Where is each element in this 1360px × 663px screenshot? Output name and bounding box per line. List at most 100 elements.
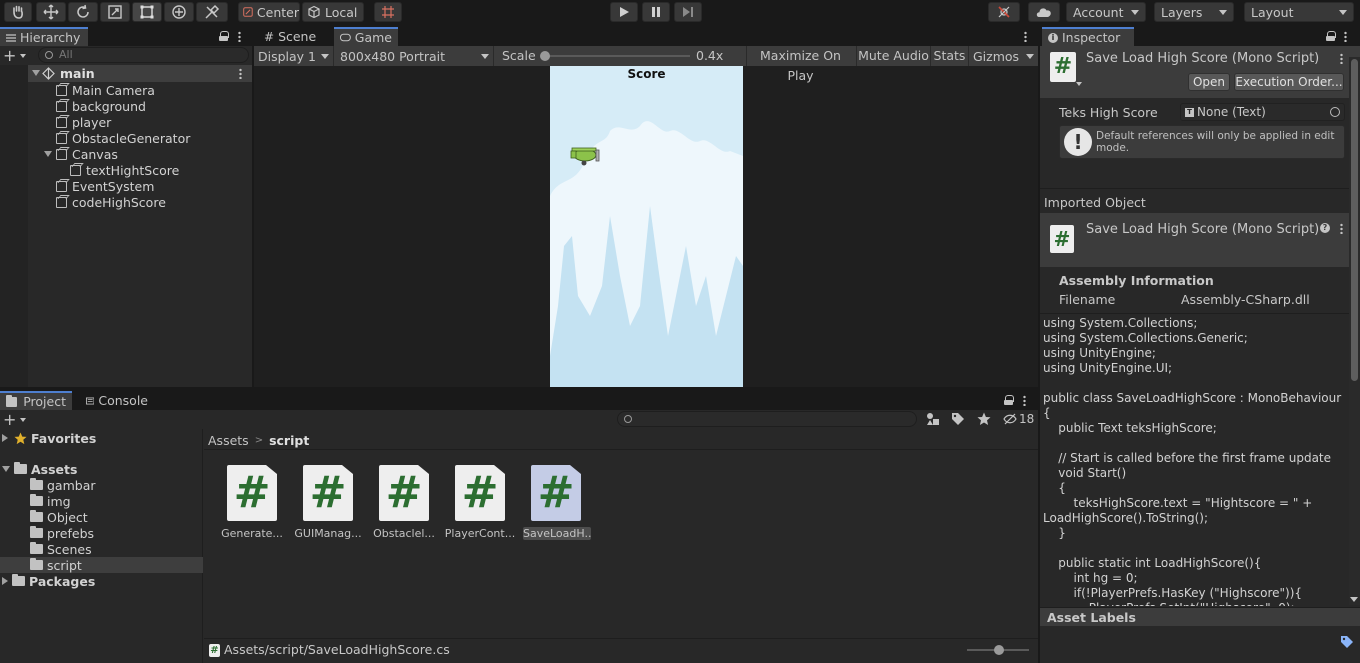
folder-item[interactable]: img [0, 493, 203, 509]
pivot-mode-button[interactable]: Center [238, 2, 300, 22]
hierarchy-item[interactable]: ObstacleGenerator [56, 130, 190, 146]
pivot-space-button[interactable]: Local [302, 2, 364, 22]
script-asset-icon[interactable]: # [227, 465, 277, 521]
hierarchy-item[interactable]: EventSystem [56, 178, 154, 194]
script-asset-icon[interactable]: # [455, 465, 505, 521]
code-line: PlayerPrefs.SetInt("Highscore", 0); [1043, 601, 1348, 606]
filter-by-type-icon[interactable] [926, 412, 940, 426]
lock-icon[interactable] [219, 31, 229, 41]
hierarchy-item[interactable]: player [56, 114, 111, 130]
account-dropdown[interactable]: Account [1066, 2, 1146, 22]
resolution-dropdown[interactable]: 800x480 Portrait [336, 46, 494, 66]
grid-snap-button[interactable] [374, 2, 402, 22]
teks-high-score-field[interactable]: T None (Text) [1180, 103, 1345, 121]
filter-by-label-icon[interactable] [951, 412, 965, 426]
create-asset-dropdown[interactable]: + [3, 412, 29, 428]
more-menu-icon[interactable] [1344, 31, 1347, 42]
inspector-scrollbar[interactable] [1349, 57, 1360, 605]
custom-tool-button[interactable] [196, 2, 228, 22]
asset-file-label[interactable]: SaveLoadH... [523, 527, 591, 540]
scale-tool-button[interactable] [100, 2, 130, 22]
folder-item[interactable]: Object [0, 509, 203, 525]
more-menu-icon[interactable] [1340, 53, 1343, 64]
stats-toggle[interactable]: Stats [930, 46, 968, 66]
rect-tool-button[interactable] [132, 2, 162, 22]
layout-dropdown[interactable]: Layout [1244, 2, 1354, 22]
layers-dropdown[interactable]: Layers [1154, 2, 1234, 22]
scroll-down-icon[interactable] [1350, 597, 1358, 602]
tab-scene[interactable]: # Scene [258, 27, 332, 46]
scale-slider-track[interactable] [544, 55, 690, 57]
tab-project-label: Project [23, 394, 66, 409]
asset-file-label[interactable]: GUIManag... [290, 527, 366, 540]
gizmos-dropdown[interactable]: Gizmos [968, 46, 1038, 66]
expand-arrow-icon[interactable] [44, 151, 52, 157]
lock-icon[interactable] [1004, 395, 1014, 405]
breadcrumb-assets[interactable]: Assets [208, 433, 249, 448]
asset-file-label[interactable]: Generate... [214, 527, 290, 540]
more-menu-icon[interactable] [1023, 395, 1026, 406]
mute-audio-toggle[interactable]: Mute Audio [856, 46, 930, 66]
tab-game-label: Game [354, 30, 392, 45]
inspector-scrollbar-thumb[interactable] [1351, 59, 1358, 381]
folder-item[interactable]: Scenes [0, 541, 203, 557]
collab-button[interactable] [988, 2, 1020, 22]
tab-hierarchy[interactable]: Hierarchy [0, 27, 88, 46]
maximize-on-play-toggle[interactable]: Maximize On Play [746, 46, 854, 83]
open-button[interactable]: Open [1188, 73, 1230, 91]
execution-order-button[interactable]: Execution Order... [1234, 73, 1344, 91]
help-icon[interactable]: ? [1320, 223, 1330, 233]
folder-item[interactable]: gambar [0, 477, 203, 493]
cloud-button[interactable] [1028, 2, 1060, 22]
game-viewport[interactable]: Score [550, 66, 743, 387]
move-tool-button[interactable] [36, 2, 66, 22]
rotate-tool-button[interactable] [68, 2, 98, 22]
more-menu-icon[interactable] [238, 31, 241, 42]
label-tag-icon[interactable] [1340, 635, 1354, 649]
breadcrumb-script[interactable]: script [269, 433, 309, 448]
resolution-label: 800x480 Portrait [340, 48, 446, 64]
more-menu-icon[interactable] [1340, 223, 1343, 234]
scene-menu-icon[interactable] [239, 68, 242, 79]
code-line: using System.Collections; [1043, 316, 1198, 330]
more-menu-icon[interactable] [1024, 31, 1027, 42]
hierarchy-search-input[interactable]: All [38, 47, 249, 63]
favorite-star-icon[interactable] [977, 412, 991, 426]
tab-game[interactable]: Game [334, 27, 398, 46]
asset-file-label[interactable]: PlayerCont... [442, 527, 518, 540]
script-asset-icon[interactable]: # [379, 465, 429, 521]
script-asset-icon[interactable]: # [303, 465, 353, 521]
object-picker-icon[interactable] [1330, 107, 1340, 117]
tab-console[interactable]: Console [80, 391, 154, 410]
assets-row[interactable]: Assets [2, 461, 77, 477]
play-button[interactable] [610, 2, 638, 22]
pause-button[interactable] [642, 2, 670, 22]
script-asset-icon[interactable]: # [531, 465, 581, 521]
hierarchy-item[interactable]: background [56, 98, 146, 114]
hierarchy-item[interactable]: Main Camera [56, 82, 155, 98]
create-dropdown[interactable]: + [3, 48, 29, 64]
display-dropdown[interactable]: Display 1 [254, 46, 334, 66]
folder-item[interactable]: prefebs [0, 525, 203, 541]
packages-row[interactable]: Packages [2, 573, 95, 589]
tab-project[interactable]: Project [0, 391, 72, 410]
tab-inspector[interactable]: i Inspector [1042, 27, 1134, 46]
asset-file-label[interactable]: Obstaclel... [366, 527, 442, 540]
hand-tool-button[interactable] [4, 2, 32, 22]
chevron-down-icon [481, 53, 489, 59]
asset-labels-bar[interactable]: Asset Labels [1040, 607, 1360, 626]
folder-item[interactable]: script [0, 557, 203, 573]
lock-icon[interactable] [1326, 31, 1336, 41]
scene-row[interactable]: main [28, 65, 252, 82]
hierarchy-item[interactable]: textHightScore [70, 162, 179, 178]
hierarchy-item[interactable]: codeHighScore [56, 194, 166, 210]
step-button[interactable] [674, 2, 702, 22]
favorites-row[interactable]: Favorites [2, 430, 96, 446]
hierarchy-item[interactable]: Canvas [44, 146, 118, 162]
project-search-input[interactable] [617, 411, 917, 427]
transform-tool-button[interactable] [164, 2, 194, 22]
icon-size-slider-thumb[interactable] [994, 645, 1004, 655]
hidden-packages-toggle[interactable]: 18 [1003, 411, 1035, 427]
scale-slider-thumb[interactable] [540, 51, 550, 61]
